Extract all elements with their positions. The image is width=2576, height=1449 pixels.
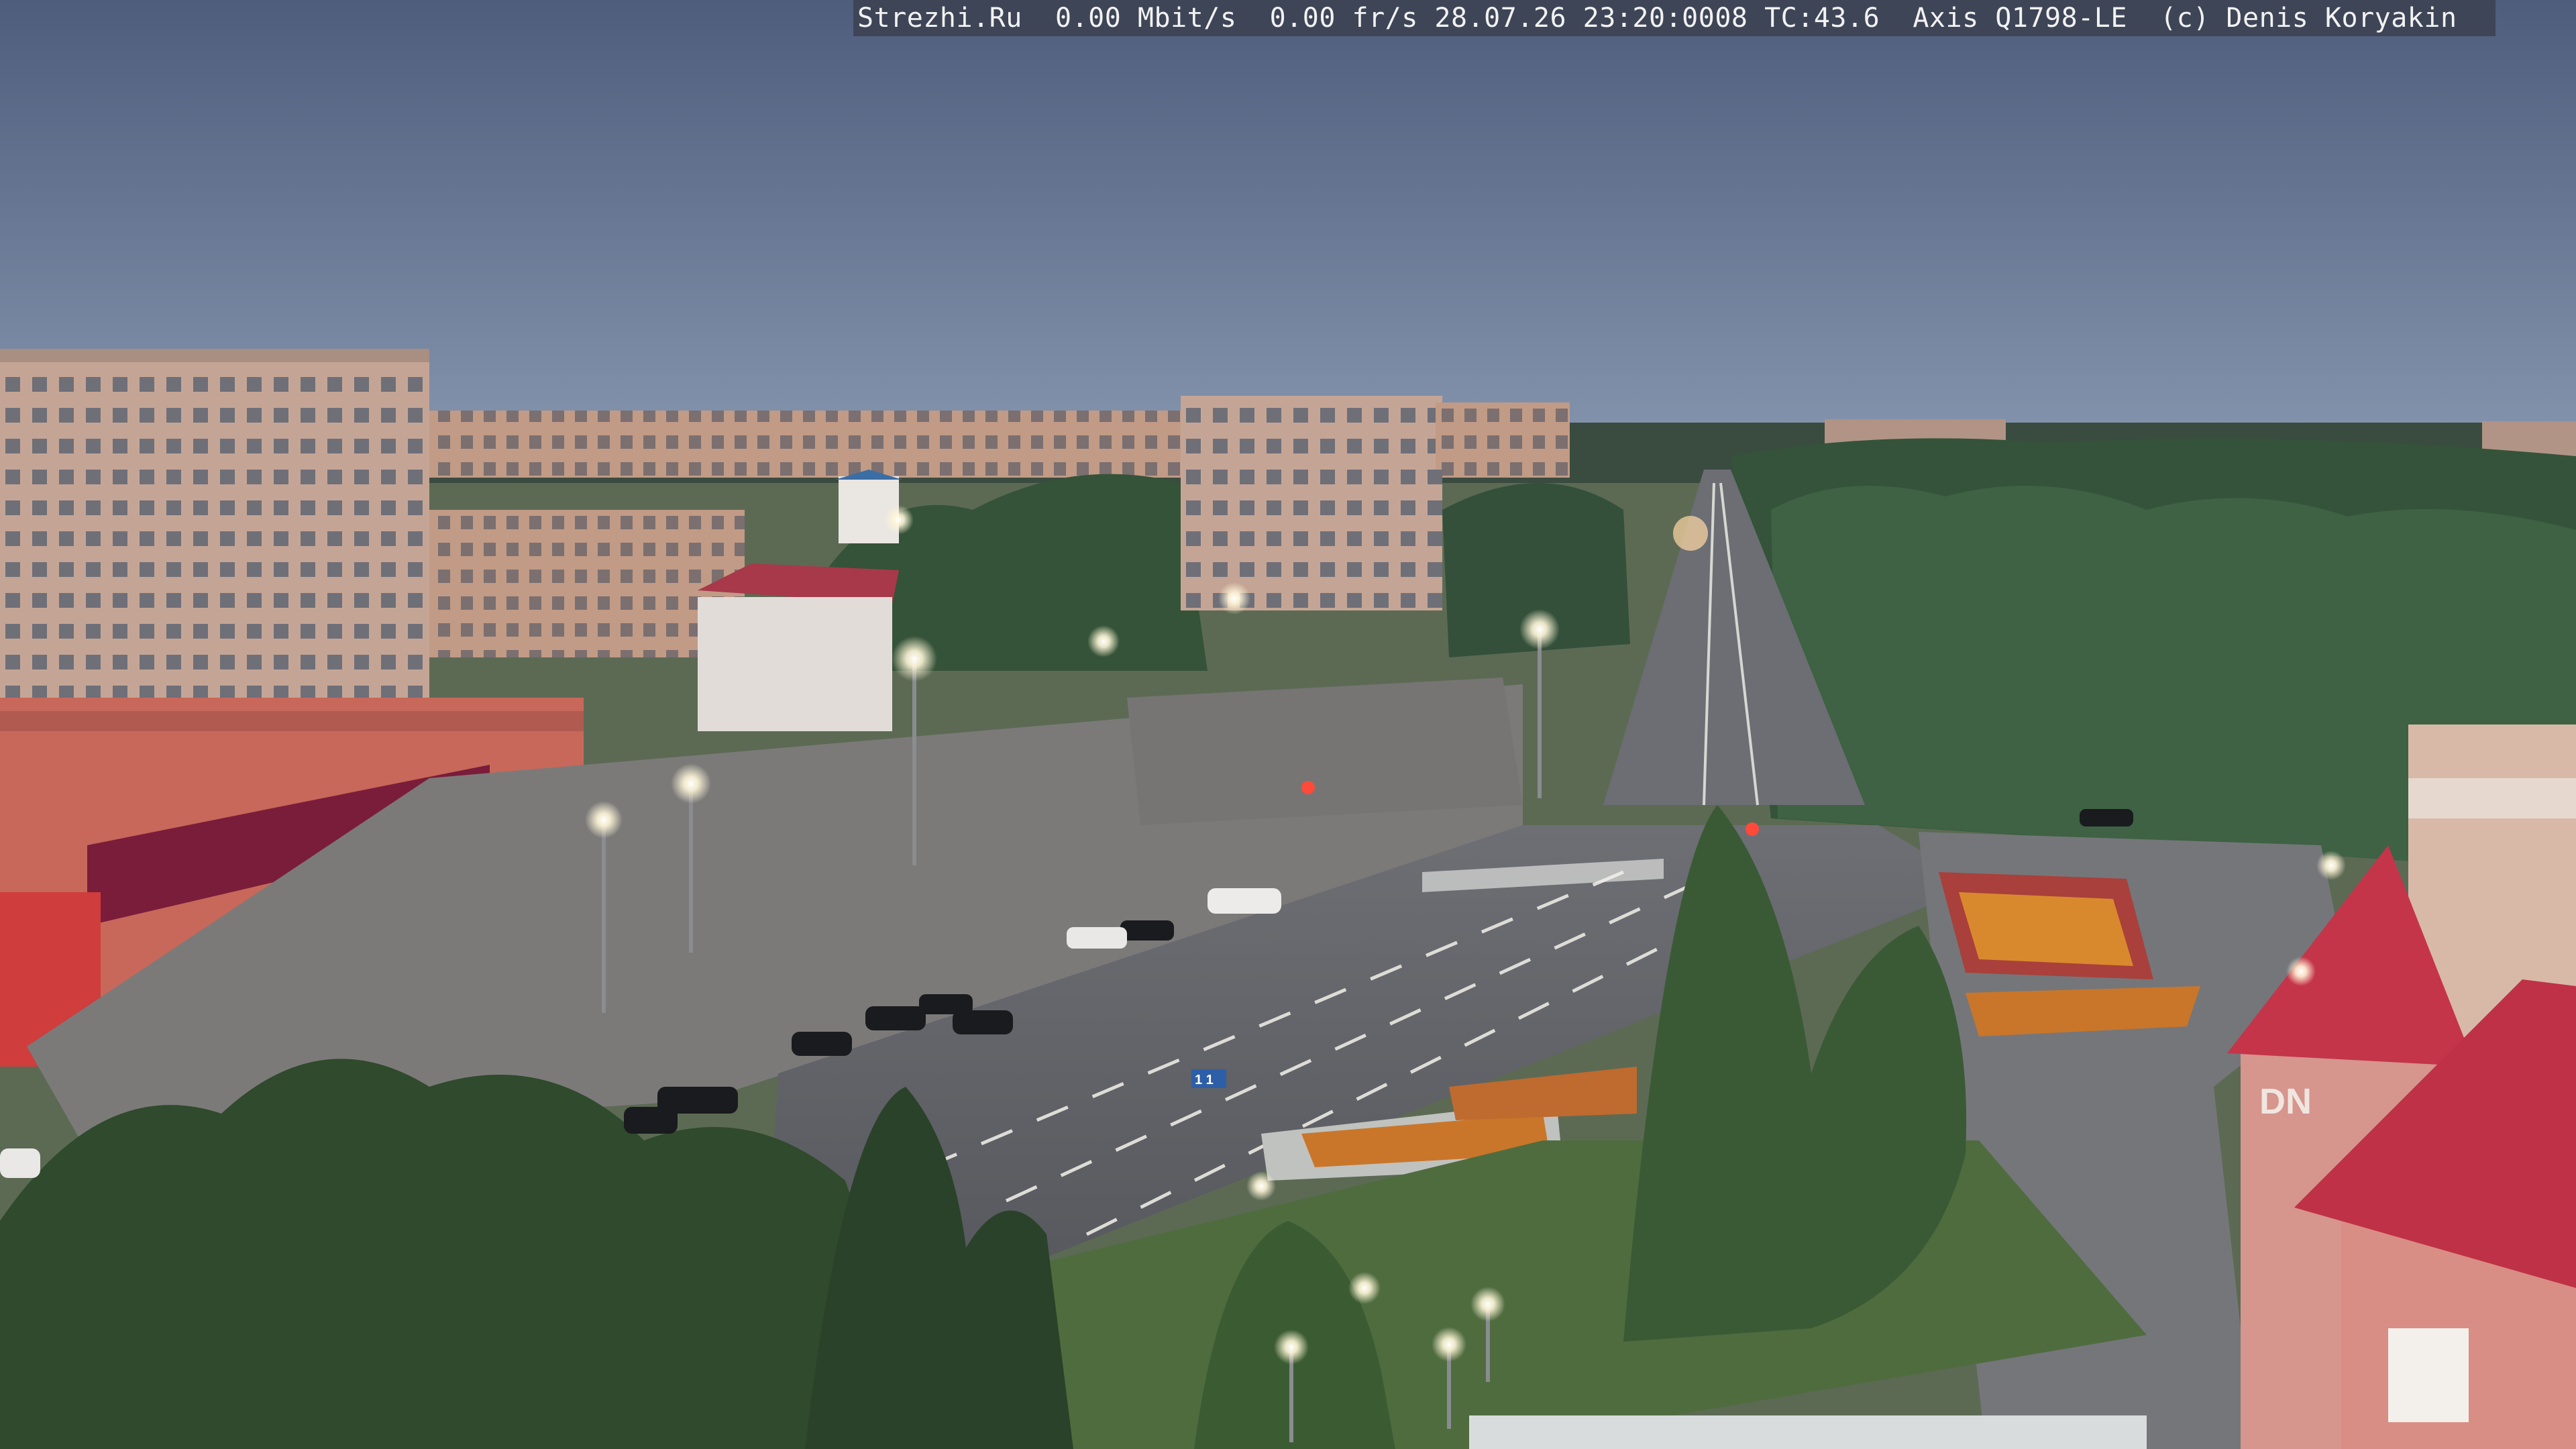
- overlay-bitrate: 0.00 Mbit/s: [1055, 3, 1237, 34]
- road-sign-text: 1 1: [1195, 1073, 1214, 1087]
- foreground-roof: [1469, 1415, 2147, 1449]
- camera-info-overlay: Strezhi.Ru 0.00 Mbit/s 0.00 fr/s 28.07.2…: [853, 0, 2496, 36]
- overlay-copyright: (c) Denis Koryakin: [2160, 3, 2457, 34]
- road-sign-1-1: 1 1: [1191, 1069, 1226, 1088]
- city-webcam-scene: kari DN: [0, 0, 2576, 1449]
- building-letters: DN: [2259, 1081, 2312, 1122]
- overlay-site: Strezhi.Ru: [857, 3, 1022, 34]
- overlay-camera-model: Axis Q1798-LE: [1913, 3, 2127, 34]
- overlay-timestamp: 28.07.26 23:20:0008: [1434, 3, 1748, 34]
- overlay-framerate: 0.00 fr/s: [1269, 3, 1418, 34]
- overlay-tc: TC:43.6: [1764, 3, 1880, 34]
